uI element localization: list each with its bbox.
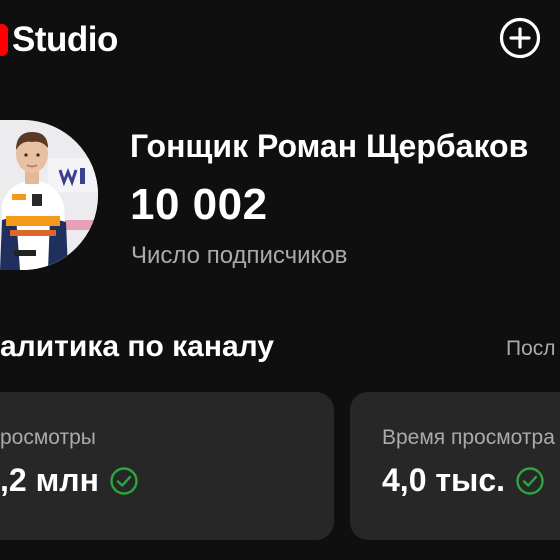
analytics-period-link[interactable]: Посл	[506, 337, 556, 361]
metric-value: 4,0 тыс.	[382, 462, 506, 498]
channel-name: Гонщик Роман Щербаков	[130, 128, 529, 164]
avatar-photo	[0, 120, 98, 270]
youtube-play-icon	[0, 24, 8, 56]
metric-value-row: 4,0 тыс.	[382, 462, 545, 499]
subscriber-label: Число подписчиков	[131, 242, 348, 269]
studio-logo[interactable]: Studio	[0, 18, 118, 62]
check-circle-icon	[110, 466, 138, 495]
create-button[interactable]	[499, 17, 541, 59]
metric-card-watch-time[interactable]: Время просмотра 4,0 тыс.	[350, 392, 560, 540]
plus-circle-icon	[499, 17, 541, 59]
check-circle-icon	[516, 466, 544, 495]
metric-value-row: ,2 млн	[0, 462, 139, 499]
logo-text: Studio	[12, 20, 118, 59]
studio-screen: Studio Гонщик Роман Щербаков 10 002 Числ…	[0, 0, 560, 560]
channel-avatar[interactable]	[0, 120, 98, 270]
analytics-section-title: алитика по каналу	[0, 330, 274, 363]
metric-card-views[interactable]: росмотры ,2 млн	[0, 392, 334, 540]
subscriber-count: 10 002	[130, 180, 268, 229]
metric-label: росмотры	[0, 426, 96, 449]
metric-value: ,2 млн	[0, 462, 99, 498]
metric-label: Время просмотра	[382, 426, 555, 449]
